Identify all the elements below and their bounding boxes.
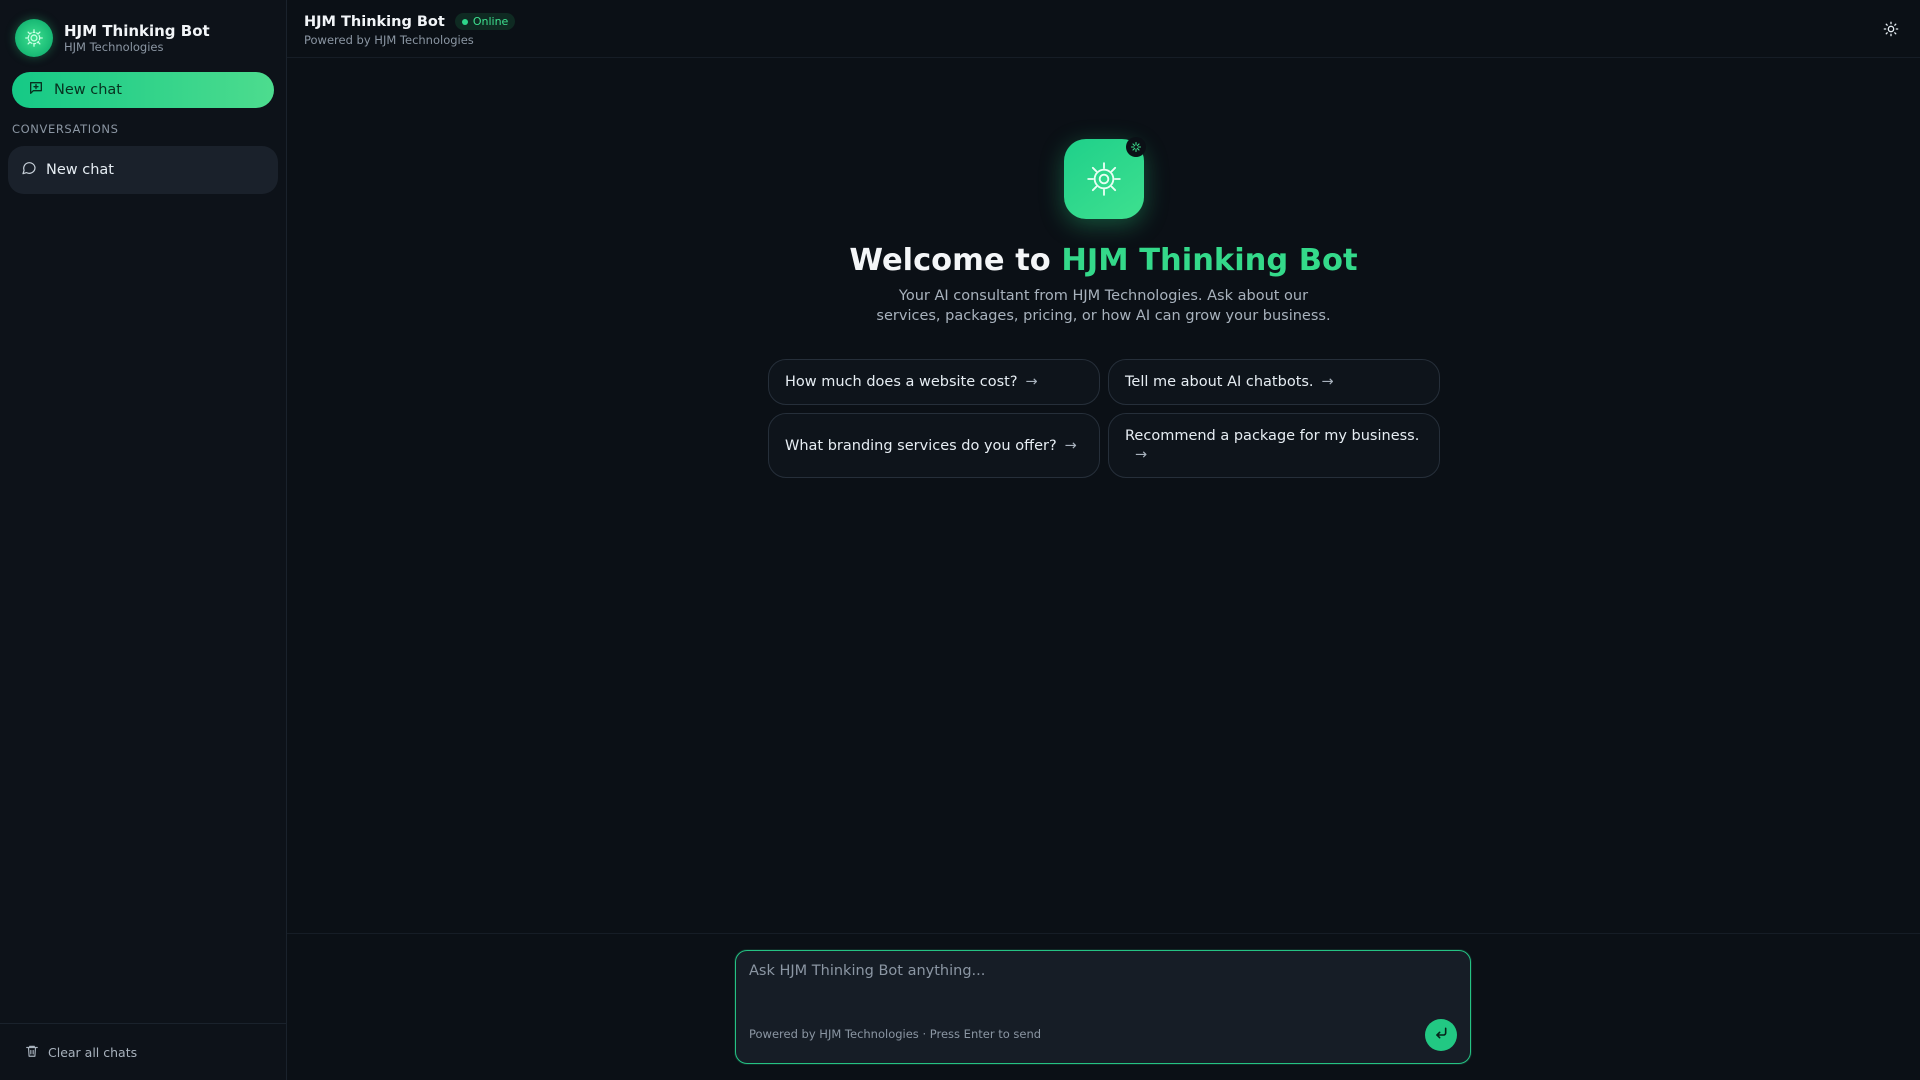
suggestion-chip[interactable]: What branding services do you offer? → — [768, 413, 1100, 478]
clear-all-chats-label: Clear all chats — [48, 1044, 138, 1060]
brand-logo-icon — [15, 19, 53, 57]
composer-area: Powered by HJM Technologies · Press Ente… — [287, 933, 1920, 1080]
suggestion-chip[interactable]: Recommend a package for my business. → — [1108, 413, 1440, 478]
chat-title: HJM Thinking Bot — [304, 13, 445, 30]
suggestion-label: How much does a website cost? — [785, 374, 1018, 390]
new-chat-label: New chat — [54, 82, 122, 98]
welcome-prefix: Welcome to — [849, 243, 1062, 278]
message-composer: Powered by HJM Technologies · Press Ente… — [735, 950, 1471, 1064]
chat-bubble-icon — [21, 160, 37, 180]
suggestion-chip[interactable]: Tell me about AI chatbots. → — [1108, 359, 1440, 405]
enter-icon — [1433, 1025, 1449, 1045]
arrow-right-icon: → — [1321, 374, 1334, 390]
status-dot-icon — [461, 18, 468, 25]
suggestion-label: What branding services do you offer? — [785, 437, 1057, 454]
welcome-heading: Welcome to HJM Thinking Bot — [287, 243, 1920, 278]
suggestion-label: Recommend a package for my business. — [1125, 428, 1420, 444]
topbar: HJM Thinking Bot Online Powered by HJM T… — [287, 0, 1920, 58]
welcome-description: Your AI consultant from HJM Technologies… — [876, 288, 1331, 324]
brand-title: HJM Thinking Bot — [64, 21, 210, 40]
app: HJM Thinking Bot HJM Technologies New ch… — [0, 0, 1920, 1080]
conversations-heading: CONVERSATIONS — [12, 122, 119, 136]
chat-subtitle: Powered by HJM Technologies — [304, 33, 474, 47]
sidebar-brand: HJM Thinking Bot HJM Technologies — [0, 0, 286, 57]
composer-hint: Powered by HJM Technologies · Press Ente… — [749, 1027, 1042, 1041]
suggestion-label: Tell me about AI chatbots. — [1125, 374, 1314, 390]
clear-all-chats-button[interactable]: Clear all chats — [0, 1023, 286, 1080]
status-badge: Online — [454, 13, 516, 30]
message-input[interactable] — [749, 963, 1449, 1003]
new-chat-icon — [28, 80, 44, 100]
suggestion-grid: How much does a website cost? → Tell me … — [768, 359, 1440, 478]
main-panel: HJM Thinking Bot Online Powered by HJM T… — [287, 0, 1920, 1080]
topbar-title-row: HJM Thinking Bot Online — [304, 13, 1920, 30]
status-text: Online — [472, 15, 509, 28]
conversation-item[interactable]: New chat — [8, 146, 278, 194]
sun-icon[interactable] — [1880, 18, 1902, 40]
hero-logo-icon — [1063, 137, 1146, 219]
conversation-item-label: New chat — [46, 162, 114, 178]
suggestion-chip[interactable]: How much does a website cost? → — [768, 359, 1100, 405]
brand-subtitle: HJM Technologies — [64, 39, 164, 54]
welcome-hero: Welcome to HJM Thinking Bot Your AI cons… — [287, 137, 1920, 326]
sidebar: HJM Thinking Bot HJM Technologies New ch… — [0, 0, 287, 1080]
send-button[interactable] — [1425, 1019, 1457, 1051]
arrow-right-icon: → — [1064, 437, 1077, 454]
arrow-right-icon: → — [1025, 374, 1038, 390]
sparkle-icon — [1125, 137, 1146, 157]
arrow-right-icon: → — [1135, 447, 1148, 463]
new-chat-button[interactable]: New chat — [12, 72, 274, 108]
trash-icon — [25, 1044, 39, 1061]
brand-text: HJM Thinking Bot HJM Technologies — [64, 22, 210, 55]
welcome-accent: HJM Thinking Bot — [1061, 243, 1358, 278]
